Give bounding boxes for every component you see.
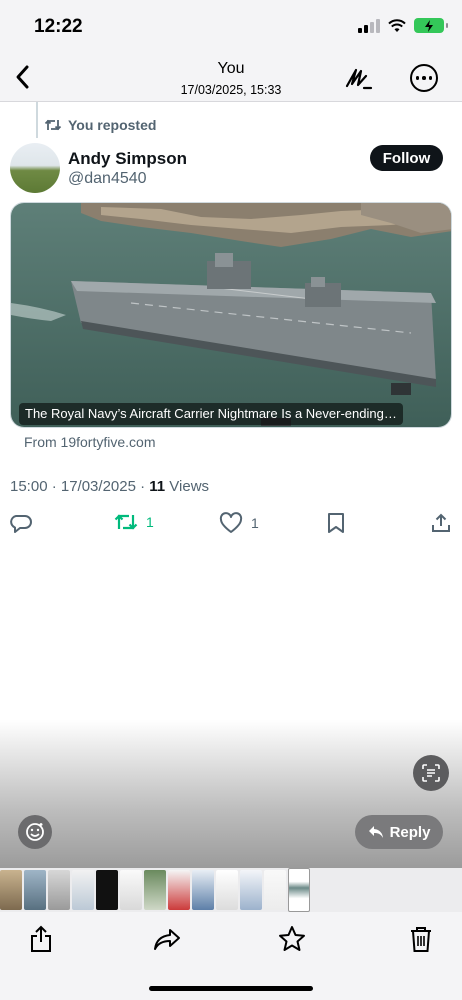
thumbnail[interactable] <box>216 870 238 910</box>
export-icon <box>31 925 51 952</box>
repost-icon <box>114 514 138 530</box>
battery-icon <box>414 18 448 33</box>
like-count: 1 <box>251 515 259 531</box>
thumbnail[interactable] <box>192 870 214 910</box>
thumbnail[interactable] <box>0 870 22 910</box>
visual-lookup-icon <box>26 823 44 841</box>
repost-indicator: You reposted <box>44 117 156 133</box>
thumbnail[interactable] <box>168 870 190 910</box>
cellular-signal-icon <box>358 18 380 33</box>
thumbnail[interactable] <box>48 870 70 910</box>
reply-action[interactable] <box>10 512 32 534</box>
thumbnail[interactable] <box>72 870 94 910</box>
more-icon <box>415 76 420 80</box>
star-icon <box>279 926 305 951</box>
markup-pen-icon <box>345 68 373 90</box>
bookmark-action[interactable] <box>326 512 346 534</box>
thumbnail[interactable] <box>264 870 286 910</box>
author-handle[interactable]: @dan4540 <box>68 170 147 188</box>
thumbnail-selected[interactable] <box>288 868 310 912</box>
photo-toolbar <box>0 912 462 1000</box>
post-time: 15:00 · 17/03/2025 · <box>10 478 150 495</box>
like-icon <box>219 512 243 533</box>
status-bar: 12:22 <box>0 0 462 52</box>
repost-count: 1 <box>146 514 154 530</box>
views-count: 11 <box>149 478 166 495</box>
repost-small-icon <box>44 119 62 131</box>
thumbnail[interactable] <box>120 870 142 910</box>
reply-icon <box>10 515 32 533</box>
author-avatar[interactable] <box>10 143 60 193</box>
trash-icon <box>411 927 431 952</box>
thumbnail[interactable] <box>96 870 118 910</box>
repost-action[interactable]: 1 <box>114 512 154 532</box>
link-card-image[interactable]: The Royal Navy’s Aircraft Carrier Nightm… <box>10 202 452 428</box>
forward-icon <box>154 929 180 950</box>
bookmark-icon <box>328 513 344 533</box>
share-button[interactable] <box>24 922 58 956</box>
thread-line <box>36 102 38 138</box>
author-name[interactable]: Andy Simpson <box>68 149 187 169</box>
thumbnail[interactable] <box>240 870 262 910</box>
follow-button[interactable]: Follow <box>370 145 443 171</box>
reply-arrow-icon <box>368 826 383 838</box>
live-text-icon <box>422 764 440 782</box>
delete-button[interactable] <box>404 922 438 956</box>
forward-button[interactable] <box>150 922 184 956</box>
reply-label: Reply <box>389 823 431 841</box>
repost-label: You reposted <box>68 117 157 133</box>
post-timestamp: 15:00 · 17/03/2025 · 11 Views <box>10 478 209 495</box>
live-text-button[interactable] <box>413 755 449 791</box>
aircraft-carrier-photo <box>11 203 451 427</box>
reply-button[interactable]: Reply <box>355 815 443 849</box>
post-actions: 1 1 <box>0 512 462 540</box>
status-icons <box>358 18 448 33</box>
thumbnail[interactable] <box>24 870 46 910</box>
visual-lookup-button[interactable] <box>18 815 52 849</box>
favorite-button[interactable] <box>275 922 309 956</box>
wifi-icon <box>388 18 406 32</box>
home-indicator[interactable] <box>149 986 313 991</box>
like-action[interactable]: 1 <box>219 512 259 534</box>
link-source[interactable]: From 19fortyfive.com <box>24 434 155 450</box>
views-label: Views <box>165 478 210 495</box>
album-title: You <box>217 60 245 77</box>
photo-date: 17/03/2025, 15:33 <box>180 83 282 97</box>
link-card-title: The Royal Navy’s Aircraft Carrier Nightm… <box>19 403 403 425</box>
share-action[interactable] <box>430 512 452 534</box>
more-button[interactable] <box>410 64 438 92</box>
thumbnail-strip[interactable] <box>0 868 462 912</box>
markup-button[interactable] <box>344 64 374 92</box>
share-icon <box>432 513 450 532</box>
thumbnail[interactable] <box>144 870 166 910</box>
photo-viewer-header: You 17/03/2025, 15:33 <box>0 52 462 102</box>
status-time: 12:22 <box>34 16 83 37</box>
